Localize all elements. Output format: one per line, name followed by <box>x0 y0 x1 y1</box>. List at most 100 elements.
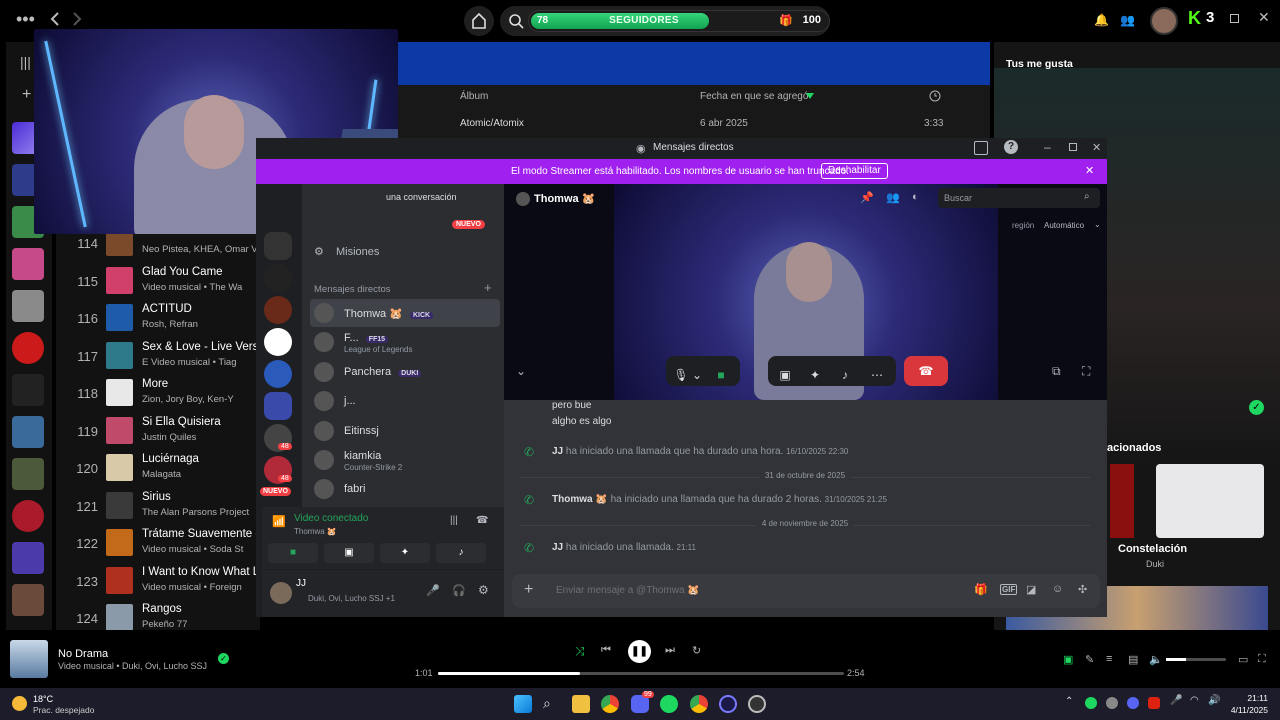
track-row[interactable]: 117 Sex & Love - Live Versio E Video music… <box>56 337 262 375</box>
track-row[interactable]: 115 Glad You Came Video musical • The Wa <box>56 262 260 300</box>
track-artist[interactable]: Pekeño 77 <box>142 619 262 630</box>
minimize-icon[interactable]: – <box>1044 140 1051 154</box>
track-row[interactable]: 116 ACTITUD Rosh, Refran <box>56 299 260 337</box>
server-icon[interactable] <box>264 328 292 356</box>
spotify-icon[interactable] <box>660 695 678 713</box>
add-dm-icon[interactable]: + <box>484 280 492 295</box>
apps-icon[interactable]: ✣ <box>1078 583 1087 596</box>
track-artist[interactable]: E Video musical • Tiag <box>142 357 262 368</box>
missions-link[interactable]: Misiones <box>336 246 379 258</box>
now-playing-title[interactable]: No Drama <box>58 648 108 660</box>
track-artist[interactable]: Video musical • The Wa <box>142 282 262 293</box>
queue-icon[interactable]: ≡ <box>1106 653 1112 665</box>
track-title[interactable]: ACTITUD <box>142 303 262 315</box>
library-tile[interactable] <box>12 500 44 532</box>
track-artist[interactable]: Video musical • Foreign <box>142 582 262 593</box>
soundboard-icon[interactable]: ♪ <box>832 362 858 388</box>
pause-button[interactable]: ❚❚ <box>628 640 651 663</box>
date-added-column-header[interactable]: Fecha en que se agregó <box>700 91 808 102</box>
search-conversation-input[interactable]: una conversación <box>386 192 457 202</box>
fullscreen-icon[interactable]: ⛶ <box>1258 653 1266 666</box>
track-row[interactable]: 120 Luciérnaga Malagata <box>56 449 260 487</box>
track-title[interactable]: Si Ella Quisiera <box>142 416 262 428</box>
restore-icon[interactable] <box>1230 14 1239 23</box>
library-tile[interactable] <box>12 458 44 490</box>
gift-icon[interactable]: 🎁 <box>974 583 988 596</box>
inbox-icon[interactable] <box>974 141 988 155</box>
soundboard-button[interactable]: ♪ <box>436 543 486 563</box>
track-title[interactable]: Luciérnaga <box>142 453 262 465</box>
now-playing-sub[interactable]: Video musical • Duki, Ovi, Lucho SSJ <box>58 661 207 671</box>
friends-icon[interactable]: 👥 <box>1120 13 1135 27</box>
related-card-artist[interactable]: Duki <box>1146 559 1164 569</box>
next-icon[interactable]: ⏭ <box>665 644 675 657</box>
call-user[interactable]: JJ <box>552 446 563 457</box>
camera-icon[interactable]: ■ <box>708 362 734 388</box>
track-title[interactable]: Sirius <box>142 491 262 503</box>
library-tile[interactable] <box>12 374 44 406</box>
forward-arrow-icon[interactable] <box>72 12 82 26</box>
volume-icon[interactable]: 🔈 <box>1149 653 1163 666</box>
back-arrow-icon[interactable] <box>50 12 60 26</box>
dm-item[interactable]: Eitinssj <box>310 417 500 445</box>
track-title[interactable]: More <box>142 378 262 390</box>
track-artist[interactable]: Malagata <box>142 469 262 480</box>
library-tile[interactable] <box>12 584 44 616</box>
activities-button[interactable]: ✦ <box>380 543 430 563</box>
close-icon[interactable]: ✕ <box>1092 141 1101 154</box>
devices-icon[interactable]: ▤ <box>1128 653 1138 666</box>
library-tile[interactable] <box>12 542 44 574</box>
microphone-icon[interactable]: 🎤 <box>426 584 440 597</box>
voice-channel[interactable]: Thomwa 🐹 <box>294 527 337 536</box>
app-icon[interactable] <box>719 695 737 713</box>
related-card-title[interactable]: Constelación <box>1118 543 1187 555</box>
sticker-icon[interactable]: ◪ <box>1026 583 1036 596</box>
headphones-icon[interactable]: 🎧 <box>452 584 466 597</box>
weather-icon[interactable] <box>12 696 27 711</box>
windows-start-icon[interactable] <box>514 695 532 713</box>
pin-icon[interactable]: 📌 <box>860 191 874 204</box>
tray-icon[interactable] <box>1106 697 1118 709</box>
track-title[interactable]: I Want to Know What Lo <box>142 566 262 578</box>
track-title[interactable]: Sex & Love - Live Versio <box>142 341 262 353</box>
weather-temp[interactable]: 18°C <box>33 694 53 704</box>
progress-track[interactable] <box>438 672 844 675</box>
track-artist[interactable]: Rosh, Refran <box>142 319 262 330</box>
track-title[interactable]: Rangos <box>142 603 262 615</box>
track-artist[interactable]: Zion, Jory Boy, Ken-Y <box>142 394 262 405</box>
home-button[interactable] <box>464 6 494 36</box>
activities-icon[interactable]: ✦ <box>802 362 828 388</box>
server-icon[interactable] <box>264 232 292 260</box>
dm-item[interactable]: Panchera DUKI <box>310 358 500 386</box>
tray-icon[interactable] <box>1148 697 1160 709</box>
collapse-chevron-icon[interactable]: ⌄ <box>516 364 526 378</box>
attach-plus-icon[interactable]: + <box>524 581 533 599</box>
album-cell[interactable]: Atomic/Atomix <box>460 118 524 129</box>
maximize-icon[interactable] <box>1069 143 1077 151</box>
repeat-icon[interactable]: ↻ <box>692 644 701 657</box>
related-card-image[interactable] <box>1110 464 1134 538</box>
fullscreen-icon[interactable]: ⛶ <box>1082 364 1090 379</box>
camera-button[interactable]: ■ <box>268 543 318 563</box>
more-icon[interactable]: ⋯ <box>864 362 890 388</box>
library-tile[interactable] <box>12 248 44 280</box>
track-row[interactable]: 119 Si Ella Quisiera Justin Quiles <box>56 412 260 450</box>
message-composer[interactable]: + Enviar mensaje a @Thomwa 🐹 🎁 GIF ◪ ☺ ✣ <box>512 574 1100 608</box>
miniplayer-icon[interactable]: ▭ <box>1238 653 1248 666</box>
close-banner-icon[interactable]: ✕ <box>1085 164 1094 177</box>
track-artist[interactable]: Justin Quiles <box>142 432 262 443</box>
library-icon[interactable]: ||| <box>20 54 31 70</box>
emoji-icon[interactable]: ☺ <box>1052 583 1063 595</box>
track-row[interactable]: 123 I Want to Know What Lo Video musical •… <box>56 562 262 600</box>
track-title[interactable]: Glad You Came <box>142 266 262 278</box>
track-artist[interactable]: Video musical • Soda St <box>142 544 262 555</box>
server-icon[interactable] <box>264 264 292 292</box>
chrome-icon[interactable] <box>601 695 619 713</box>
tray-spotify-icon[interactable] <box>1085 697 1097 709</box>
track-title[interactable]: Trátame Suavemente - I <box>142 528 262 540</box>
call-search-input[interactable]: Buscar ⌕ <box>938 188 1100 208</box>
dm-item[interactable]: j... <box>310 387 500 415</box>
dm-item[interactable]: kiamkia Counter-Strike 2 <box>310 446 500 474</box>
chevron-down-icon[interactable]: ⌄ <box>690 362 704 388</box>
user-avatar[interactable] <box>270 582 292 604</box>
